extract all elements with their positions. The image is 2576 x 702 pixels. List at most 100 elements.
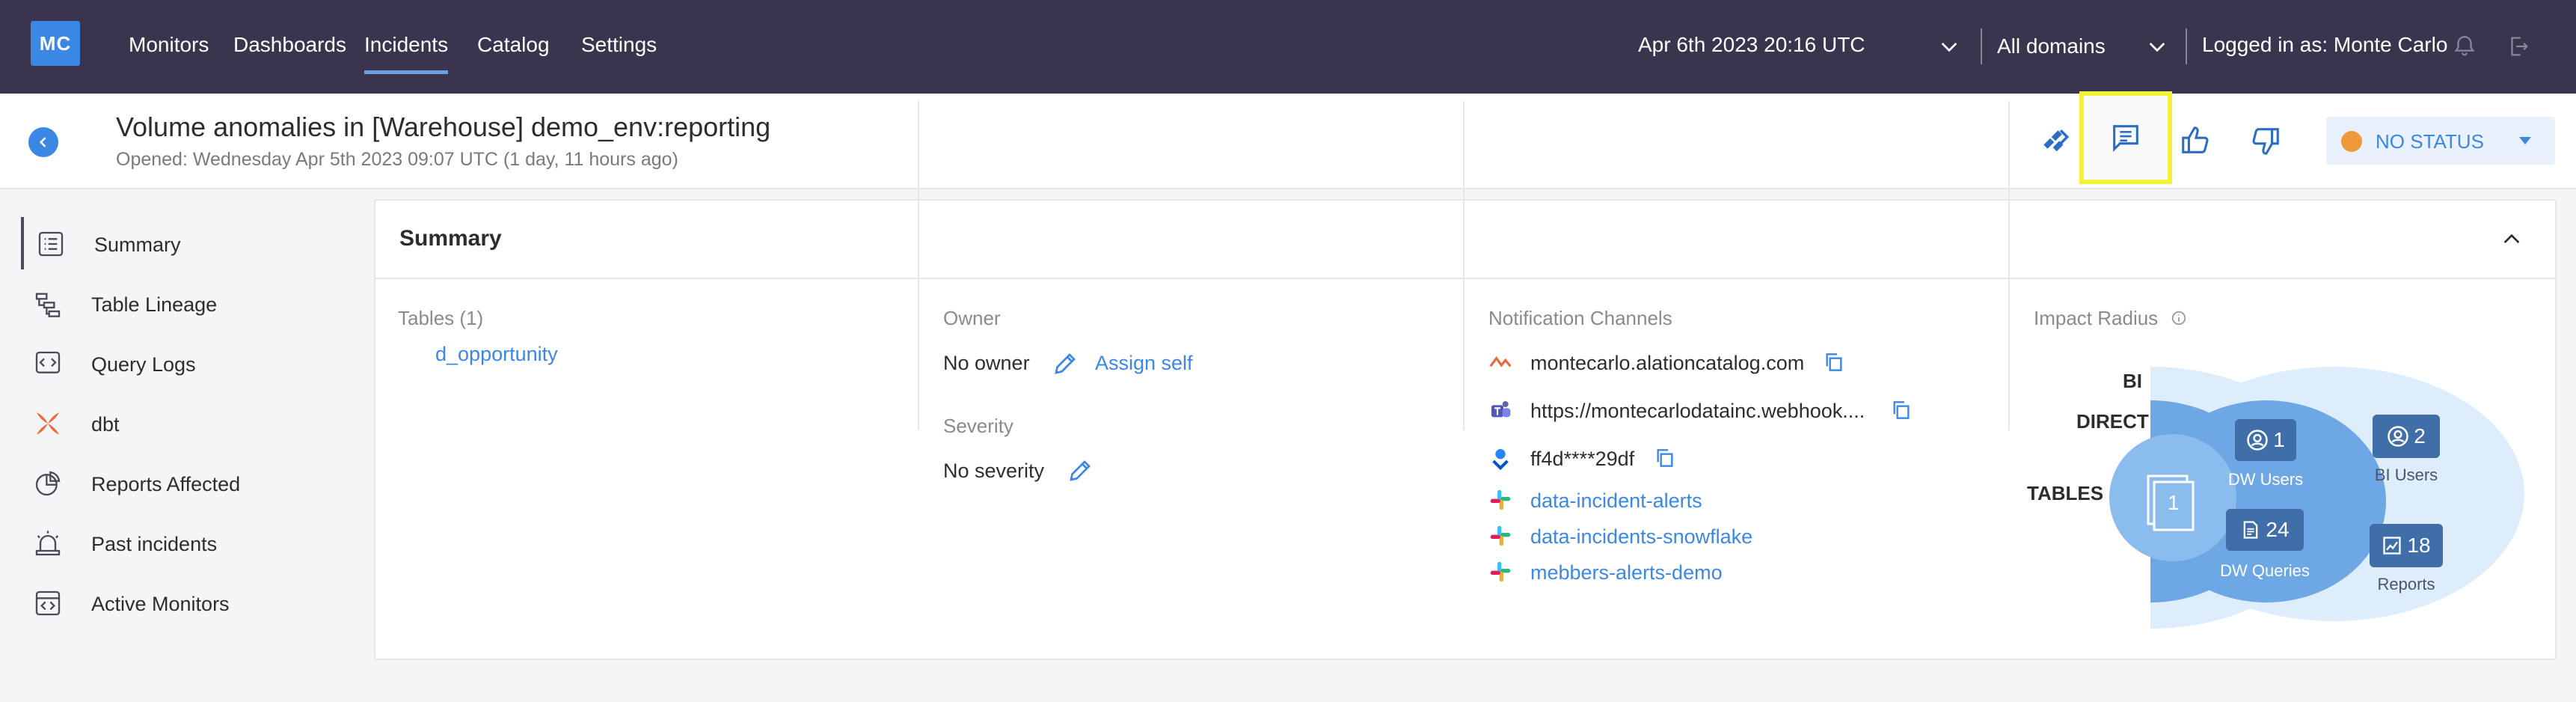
thumbs-down-icon	[2252, 128, 2279, 155]
chevron-up-icon[interactable]	[2500, 228, 2524, 251]
sidebar-item-active-monitors[interactable]: Active Monitors	[21, 576, 350, 629]
chevron-down-icon[interactable]	[2145, 34, 2169, 58]
sidebar-item-label: dbt	[91, 413, 120, 436]
thumbs-up-icon	[2182, 126, 2209, 153]
column-divider	[1463, 101, 1465, 430]
bi-users-badge[interactable]: 2	[2373, 415, 2440, 458]
user-circle-icon	[2388, 426, 2408, 447]
logo[interactable]: MC	[31, 21, 80, 66]
user-circle-icon	[2247, 430, 2268, 451]
severity-value: No severity	[943, 460, 1045, 482]
impact-radius-diagram: BI DIRECT TABLES 1 1 DW Users 24 DW Quer…	[2020, 359, 2528, 629]
notification-channels-label: Notification Channels	[1488, 307, 1672, 329]
column-divider	[918, 101, 919, 430]
lineage-icon	[35, 293, 61, 317]
tables-label: Tables (1)	[398, 307, 484, 329]
column-divider	[2008, 101, 2010, 430]
date-picker[interactable]: Apr 6th 2023 20:16 UTC	[1638, 33, 1865, 57]
tables-count-badge[interactable]: 1	[2145, 473, 2198, 533]
ring-label-direct: DIRECT	[2076, 410, 2149, 433]
status-label: NO STATUS	[2376, 130, 2484, 153]
sidebar-item-label: Active Monitors	[91, 593, 230, 615]
thumbs-down-button[interactable]	[2242, 118, 2287, 163]
logout-icon[interactable]	[2506, 33, 2531, 60]
dw-queries-count: 24	[2266, 518, 2290, 541]
nav-settings[interactable]: Settings	[581, 33, 657, 57]
back-button[interactable]	[28, 127, 58, 157]
sidebar-item-table-lineage[interactable]: Table Lineage	[21, 277, 350, 329]
edit-severity-icon[interactable]	[1067, 457, 1094, 484]
query-doc-icon	[2244, 521, 2258, 539]
table-link[interactable]: d_opportunity	[435, 343, 558, 366]
copy-icon[interactable]	[1889, 398, 1913, 422]
reports-label: Reports	[2377, 575, 2435, 593]
sidebar-item-label: Past incidents	[91, 533, 218, 555]
edit-owner-icon[interactable]	[1052, 350, 1079, 377]
alation-icon	[1489, 355, 1512, 367]
channel-text: ff4d****29df	[1530, 448, 1635, 470]
sidebar-item-summary[interactable]: Summary	[21, 217, 350, 269]
reports-badge[interactable]: 18	[2370, 524, 2443, 567]
summary-title: Summary	[399, 226, 502, 251]
slack-icon	[1490, 561, 1511, 582]
nav-divider	[2186, 28, 2187, 64]
severity-label: Severity	[943, 415, 1013, 437]
top-nav: MC Monitors Dashboards Incidents Catalog…	[0, 0, 2576, 94]
copy-icon[interactable]	[1822, 350, 1846, 374]
thumbs-up-button[interactable]	[2174, 118, 2218, 163]
owner-value: No owner	[943, 352, 1030, 374]
sidebar-item-past-incidents[interactable]: Past incidents	[21, 516, 350, 569]
report-chart-icon	[2383, 537, 2402, 555]
sidebar-item-label: Table Lineage	[91, 293, 218, 316]
nav-dashboards[interactable]: Dashboards	[233, 33, 346, 57]
domain-select[interactable]: All domains	[1997, 34, 2106, 58]
status-dot	[2341, 131, 2362, 152]
chevron-down-icon[interactable]	[1937, 34, 1961, 58]
slack-channel-link[interactable]: data-incident-alerts	[1530, 489, 1702, 513]
dw-queries-label: DW Queries	[2220, 561, 2310, 580]
assign-self-link[interactable]: Assign self	[1095, 352, 1193, 375]
comment-button[interactable]	[2103, 115, 2148, 160]
nav-monitors[interactable]: Monitors	[129, 33, 209, 57]
reports-count: 18	[2407, 534, 2431, 557]
dw-users-badge[interactable]: 1	[2235, 419, 2296, 461]
sidebar-item-label: Summary	[94, 234, 181, 256]
comment-icon	[2113, 125, 2138, 153]
code-icon	[35, 351, 61, 373]
slack-icon	[1490, 489, 1511, 510]
nav-divider	[1981, 28, 1982, 64]
bi-users-count: 2	[2414, 424, 2426, 448]
opsgenie-icon	[1492, 449, 1509, 470]
sidebar-item-reports-affected[interactable]: Reports Affected	[21, 457, 350, 509]
summary-header[interactable]: Summary	[375, 201, 2555, 279]
ring-label-bi: BI	[2123, 370, 2142, 392]
logged-in-user: Logged in as: Monte Carlo	[2202, 33, 2448, 56]
pie-chart-icon	[35, 471, 61, 496]
info-icon[interactable]	[2171, 310, 2187, 326]
sidebar-item-label: Query Logs	[91, 353, 196, 376]
impact-radius-label: Impact Radius	[2034, 307, 2159, 329]
monitor-icon	[35, 590, 61, 616]
list-icon	[38, 231, 64, 257]
channel-text: montecarlo.alationcatalog.com	[1530, 352, 1805, 374]
sidebar-item-query-logs[interactable]: Query Logs	[21, 337, 350, 389]
teams-icon	[1491, 401, 1511, 418]
status-select[interactable]: NO STATUS	[2326, 117, 2555, 165]
sidebar-item-dbt[interactable]: dbt	[21, 397, 350, 449]
bell-icon[interactable]	[2452, 33, 2477, 60]
copy-icon[interactable]	[1653, 446, 1677, 470]
dw-users-label: DW Users	[2227, 470, 2304, 489]
slack-channel-link[interactable]: mebbers-alerts-demo	[1530, 561, 1723, 585]
caret-down-icon	[2519, 137, 2531, 144]
dbt-icon	[37, 412, 59, 435]
channel-text: https://montecarlodatainc.webhook....	[1530, 400, 1865, 422]
owner-label: Owner	[943, 307, 1001, 329]
tables-count: 1	[2168, 491, 2180, 514]
jira-icon	[2043, 129, 2070, 152]
dw-queries-badge[interactable]: 24	[2226, 509, 2304, 551]
jira-button[interactable]	[2033, 120, 2078, 165]
chevron-left-icon	[39, 137, 46, 147]
nav-catalog[interactable]: Catalog	[477, 33, 550, 57]
nav-incidents[interactable]: Incidents	[364, 33, 449, 74]
slack-channel-link[interactable]: data-incidents-snowflake	[1530, 525, 1752, 549]
